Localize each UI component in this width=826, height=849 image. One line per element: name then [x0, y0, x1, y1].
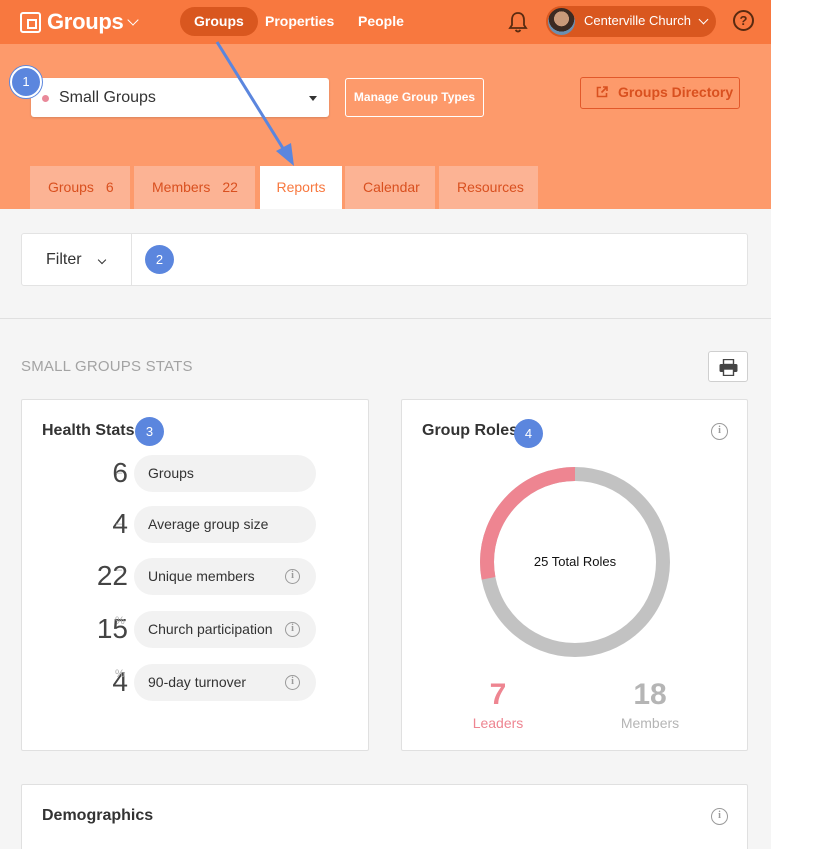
card-title: Demographics	[42, 807, 154, 824]
stats-section-title: SMALL GROUPS STATS	[21, 358, 193, 375]
tab-calendar[interactable]: Calendar	[345, 166, 435, 209]
filter-dropdown[interactable]: Filter	[22, 234, 132, 285]
chevron-down-icon	[698, 14, 709, 25]
church-switcher[interactable]: Centerville Church	[546, 6, 716, 37]
chevron-down-icon	[127, 14, 140, 26]
card-title: Health Stats	[42, 422, 135, 439]
nav-people[interactable]: People	[344, 7, 418, 36]
tab-count: 22	[222, 179, 238, 195]
leaders-label: Leaders	[472, 715, 524, 731]
marker-3: 3	[135, 417, 164, 446]
external-link-icon	[596, 86, 608, 98]
app-name: Groups	[47, 9, 124, 34]
tab-groups[interactable]: Groups 6	[30, 166, 130, 209]
church-name: Centerville Church	[584, 13, 691, 28]
demographics-card: Demographics i	[21, 784, 748, 849]
tab-label: Members	[152, 179, 211, 195]
stat-row: 22 – Unique members i	[22, 558, 368, 596]
info-icon[interactable]: i	[285, 622, 300, 637]
stat-label: Church participation i	[134, 611, 316, 648]
chevron-down-icon	[97, 255, 107, 265]
donut-center-label: 25 Total Roles	[533, 554, 617, 569]
avatar	[548, 8, 575, 35]
health-stats-card: Health Stats 3 6 – Groups 4 – Average gr…	[21, 399, 369, 751]
stat-row: 15 % Church participation i	[22, 611, 368, 649]
tab-count: 6	[105, 179, 114, 195]
tab-resources[interactable]: Resources	[439, 166, 538, 209]
group-roles-card: Group Roles 4 i 25 Total Roles 7 Leaders…	[401, 399, 748, 751]
leaders-count: 7	[489, 678, 507, 711]
group-type-label: Small Groups	[59, 89, 156, 106]
group-type-select[interactable]: Small Groups	[31, 78, 329, 117]
caret-down-icon	[309, 96, 317, 101]
nav-groups[interactable]: Groups	[180, 7, 258, 36]
bell-icon[interactable]	[507, 10, 529, 34]
stat-label: Groups	[134, 455, 316, 492]
stat-unit: –	[116, 518, 123, 530]
stat-unit: %	[115, 615, 125, 627]
stat-label-text: Church participation	[148, 621, 273, 637]
marker-1: 1	[10, 66, 42, 98]
tab-members[interactable]: Members 22	[134, 166, 255, 209]
stat-label-text: Unique members	[148, 568, 255, 584]
info-icon[interactable]: i	[711, 423, 728, 440]
nav-properties[interactable]: Properties	[251, 7, 348, 36]
tab-label: Groups	[48, 179, 94, 195]
groups-logo-icon	[20, 11, 41, 33]
marker-4: 4	[514, 419, 543, 448]
info-icon[interactable]: i	[711, 808, 728, 825]
tab-reports[interactable]: Reports	[260, 166, 342, 209]
printer-icon	[719, 359, 738, 376]
info-icon[interactable]: i	[285, 569, 300, 584]
stat-label: 90-day turnover i	[134, 664, 316, 701]
card-title: Group Roles	[422, 422, 519, 439]
stat-unit: –	[116, 564, 123, 576]
members-label: Members	[620, 715, 680, 731]
stat-label: Unique members i	[134, 558, 316, 595]
filter-bar: Filter	[21, 233, 748, 286]
stat-value: 22	[96, 560, 128, 591]
stat-unit: –	[116, 467, 123, 479]
manage-group-types-button[interactable]: Manage Group Types	[345, 78, 484, 117]
stat-row: 4 % 90-day turnover i	[22, 664, 368, 702]
app-switcher[interactable]: Groups	[20, 9, 140, 35]
stat-unit: %	[115, 668, 125, 680]
stat-label-text: 90-day turnover	[148, 674, 247, 690]
top-nav: Groups Groups Properties People Centervi…	[0, 0, 771, 44]
divider	[0, 318, 771, 319]
stat-row: 4 – Average group size	[22, 506, 368, 544]
stat-label: Average group size	[134, 506, 316, 543]
marker-2: 2	[145, 245, 174, 274]
help-icon[interactable]: ?	[733, 10, 754, 31]
groups-directory-button[interactable]: Groups Directory	[580, 77, 740, 109]
stat-row: 6 – Groups	[22, 455, 368, 493]
groups-directory-label: Groups Directory	[618, 84, 734, 100]
members-count: 18	[633, 678, 667, 711]
group-type-color-dot	[42, 95, 49, 102]
info-icon[interactable]: i	[285, 675, 300, 690]
app-window: Groups Groups Properties People Centervi…	[0, 0, 771, 849]
print-button[interactable]	[708, 351, 748, 382]
filter-label: Filter	[46, 251, 82, 268]
